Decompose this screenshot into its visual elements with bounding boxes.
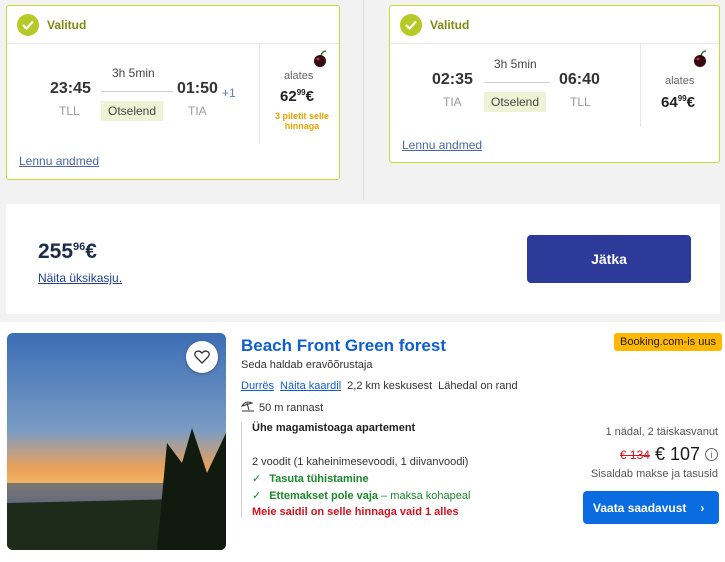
cherry-logo-icon	[312, 50, 328, 73]
info-icon[interactable]: i	[705, 448, 718, 461]
price-column: alates 6299€ 3 piletit selle hinnaga	[259, 44, 341, 144]
beach-row: 50 m rannast	[240, 400, 324, 415]
outbound-flight-card[interactable]: Valitud 23:45 TLL 3h 5min Otselend 01:50…	[6, 5, 340, 180]
total-price: 25596€	[38, 240, 97, 263]
price-column: alates 6499€	[640, 44, 721, 127]
beach-umbrella-icon	[240, 400, 255, 415]
new-on-booking-badge: Booking.com-is uus	[614, 333, 722, 351]
flight-price: 6499€	[661, 94, 695, 111]
from-label: alates	[665, 75, 695, 87]
check-availability-button[interactable]: Vaata saadavust ›	[583, 491, 719, 524]
beach-distance: 50 m rannast	[259, 401, 324, 414]
duration-line	[484, 82, 550, 83]
flight-duration: 3h 5min	[494, 57, 537, 71]
stay-info: 1 nädal, 2 täiskasvanut	[605, 426, 718, 438]
arrive-time: 01:50	[177, 80, 218, 97]
flight-price: 6299€	[280, 88, 314, 105]
arrive-code: TLL	[570, 95, 591, 109]
day-offset: +1	[222, 86, 236, 100]
depart-time: 23:45	[50, 80, 91, 97]
scarcity-message: Meie saidil on selle hinnaga vaid 1 alle…	[252, 506, 459, 518]
direct-badge: Otselend	[101, 101, 164, 121]
direct-badge: Otselend	[484, 92, 547, 112]
location-row: Durrës Näita kaardil 2,2 km keskusest Lä…	[241, 380, 518, 392]
taxes-info: Sisaldab makse ja tasusid	[590, 468, 718, 480]
free-cancellation: ✓ Tasuta tühistamine	[252, 472, 369, 486]
bed-info: 2 voodit (1 kaheinimesevoodi, 1 diivanvo…	[252, 456, 469, 468]
selected-label: Valitud	[47, 17, 87, 32]
column-divider	[363, 0, 364, 200]
check-icon: ✓	[252, 473, 262, 485]
managed-by: Seda haldab eravõõrustaja	[241, 359, 373, 371]
near-beach-text: Lähedal on rand	[438, 380, 518, 392]
no-prepayment: ✓ Ettemakset pole vaja – maksa kohapeal	[252, 489, 471, 503]
check-icon: ✓	[252, 490, 262, 502]
arrive-time: 06:40	[559, 71, 600, 88]
selected-label: Valitud	[430, 17, 470, 32]
hotel-price: € 134 € 107 i	[620, 444, 718, 465]
depart-time: 02:35	[432, 71, 473, 88]
checkmark-icon	[400, 13, 422, 36]
flight-details-link[interactable]: Lennu andmed	[19, 154, 99, 168]
flight-info: 02:35 TIA 3h 5min Otselend 06:40 TLL ala…	[390, 44, 719, 127]
tickets-left: 3 piletit selle hinnaga	[274, 111, 330, 131]
continue-button[interactable]: Jätka	[527, 235, 691, 283]
show-map-link[interactable]: Näita kaardil	[280, 380, 341, 392]
total-price-panel: 25596€ Näita üksikasju. Jätka	[6, 204, 720, 314]
selected-header: Valitud	[390, 6, 719, 44]
checkmark-icon	[17, 13, 39, 36]
depart-code: TIA	[443, 95, 462, 109]
duration-line	[101, 91, 173, 92]
room-type: Ühe magamistoaga apartement	[252, 422, 416, 434]
hotel-photo[interactable]	[7, 333, 226, 550]
flight-duration: 3h 5min	[112, 66, 155, 80]
chevron-right-icon: ›	[700, 500, 705, 515]
new-price: € 107	[654, 444, 700, 464]
room-info: Ühe magamistoaga apartement 2 voodit (1 …	[241, 422, 470, 518]
flight-info: 23:45 TLL 3h 5min Otselend 01:50 +1 TIA …	[7, 44, 339, 144]
favorite-heart-icon[interactable]	[186, 341, 218, 373]
depart-code: TLL	[59, 104, 80, 118]
selected-header: Valitud	[7, 6, 339, 44]
city-link[interactable]: Durrës	[241, 380, 274, 392]
from-label: alates	[284, 70, 314, 82]
show-details-link[interactable]: Näita üksikasju.	[38, 271, 122, 285]
arrive-code: TIA	[188, 104, 207, 118]
hotel-name-link[interactable]: Beach Front Green forest	[241, 336, 446, 356]
inbound-flight-card[interactable]: Valitud 02:35 TIA 3h 5min Otselend 06:40…	[389, 5, 720, 163]
cherry-logo-icon	[692, 50, 708, 73]
flight-details-link[interactable]: Lennu andmed	[402, 138, 482, 152]
old-price: € 134	[619, 447, 650, 462]
distance-text: 2,2 km keskusest	[347, 380, 433, 392]
hotel-card: Beach Front Green forest Seda haldab era…	[0, 322, 725, 562]
